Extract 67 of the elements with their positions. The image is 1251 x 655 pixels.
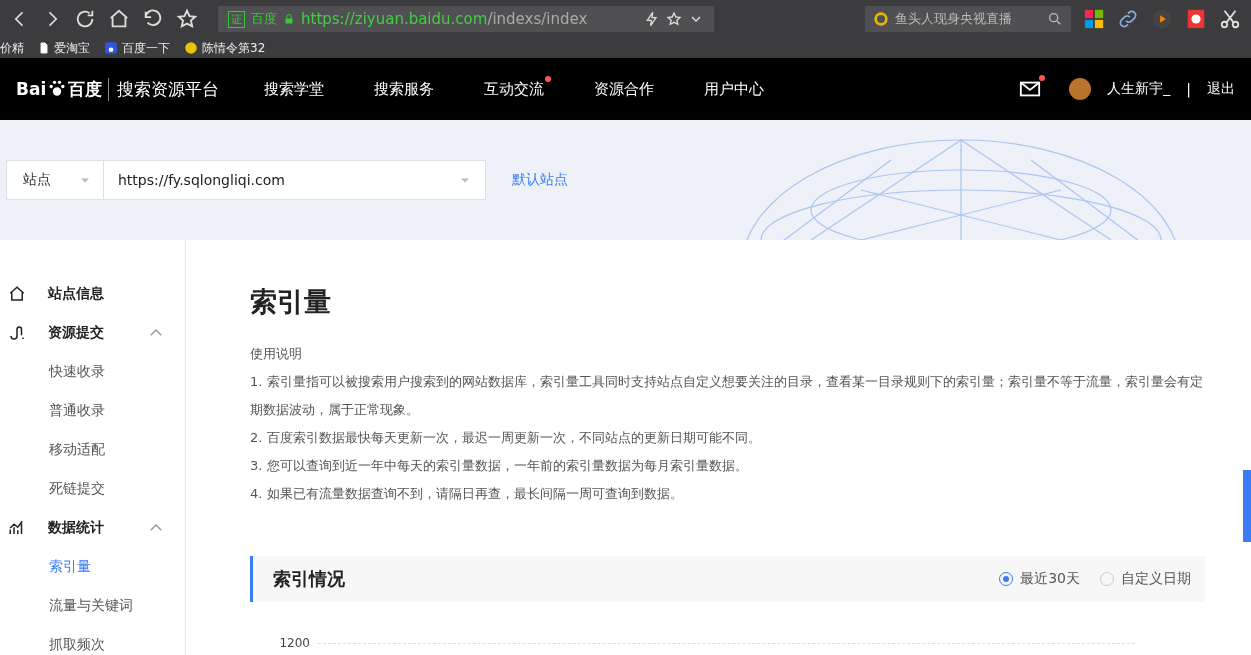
platform-title: 搜索资源平台 bbox=[108, 77, 220, 101]
nav-link[interactable]: 搜索服务 bbox=[349, 79, 460, 99]
windows-icon bbox=[1083, 8, 1105, 30]
record-icon bbox=[1185, 8, 1207, 30]
separator: | bbox=[1186, 81, 1191, 97]
site-label: 百度 bbox=[251, 10, 277, 28]
group-label: 站点信息 bbox=[48, 284, 105, 303]
nav-link[interactable]: 用户中心 bbox=[679, 79, 790, 99]
range-radio[interactable]: 最近30天 bbox=[999, 570, 1080, 588]
hook-icon bbox=[8, 323, 26, 342]
nav-link[interactable]: 搜索学堂 bbox=[239, 79, 350, 99]
url-text: https://ziyuan.baidu.com/indexs/index bbox=[301, 10, 589, 28]
home-icon bbox=[8, 284, 26, 303]
avatar[interactable] bbox=[1069, 78, 1092, 100]
sidebar-item[interactable]: 移动适配 bbox=[0, 430, 185, 469]
sidebar-item[interactable]: 快速收录 bbox=[0, 352, 185, 391]
logo-text: Bai bbox=[16, 79, 47, 99]
page-icon bbox=[38, 42, 50, 54]
section-title: 索引情况 bbox=[273, 567, 346, 591]
bookmark[interactable]: 爱淘宝 bbox=[38, 39, 90, 57]
site-dropdown[interactable]: https://fy.sqlongliqi.com bbox=[104, 160, 486, 200]
group-label: 数据统计 bbox=[48, 518, 105, 537]
scrollbar-thumb[interactable] bbox=[1243, 470, 1251, 542]
star-icon bbox=[176, 8, 198, 30]
sidebar-item[interactable]: 流量与关键词 bbox=[0, 586, 185, 625]
usage-note: 3. 您可以查询到近一年中每天的索引量数据，一年前的索引量数据为每月索引量数据。 bbox=[250, 457, 749, 475]
logo-text: 百度 bbox=[68, 77, 103, 101]
certificate-badge: 证 bbox=[228, 10, 245, 28]
bookmark[interactable]: 陈情令第32 bbox=[184, 39, 266, 57]
page-title: 索引量 bbox=[250, 285, 332, 319]
bookmark[interactable]: 百度一下 bbox=[104, 39, 170, 57]
address-bar[interactable]: 证 百度 https://ziyuan.baidu.com/indexs/index bbox=[218, 6, 714, 32]
play-icon bbox=[1151, 8, 1173, 30]
usage-heading: 使用说明 bbox=[250, 345, 303, 363]
lightning-icon bbox=[644, 11, 660, 27]
paw-icon bbox=[104, 41, 118, 55]
logout-link[interactable]: 退出 bbox=[1207, 80, 1235, 98]
nav-link[interactable]: 资源合作 bbox=[569, 79, 680, 99]
default-site-link[interactable]: 默认站点 bbox=[512, 171, 568, 189]
sidebar-group[interactable]: 数据统计 bbox=[0, 508, 185, 547]
sidebar-item[interactable]: 抓取频次 bbox=[0, 625, 185, 655]
usage-note: 4. 如果已有流量数据查询不到，请隔日再查，最长间隔一周可查询到数据。 bbox=[250, 485, 684, 503]
site-type-dropdown[interactable]: 站点 bbox=[6, 160, 104, 200]
ring-icon bbox=[873, 11, 889, 27]
usage-note: 1. 索引量指可以被搜索用户搜索到的网站数据库，索引量工具同时支持站点自定义想要关注的目录，查看某一目录规则下的索引量；索引量不等于流量，索引量会有定期数据波动，属于正常现象。 bbox=[250, 373, 1204, 419]
sidebar-group[interactable]: 站点信息 bbox=[0, 274, 185, 313]
search-field[interactable]: 鱼头人现身央视直播 bbox=[865, 6, 1071, 32]
sidebar-item[interactable]: 普通收录 bbox=[0, 391, 185, 430]
user-name[interactable]: 人生新宇_ bbox=[1107, 80, 1171, 98]
lock-icon bbox=[283, 13, 295, 25]
star-icon bbox=[666, 11, 682, 27]
coin-icon bbox=[184, 41, 198, 55]
nav-link[interactable]: 互动交流 bbox=[459, 79, 570, 99]
link-icon bbox=[1117, 8, 1139, 30]
bookmark[interactable]: 价精 bbox=[0, 39, 24, 57]
y-tick-label: 1200 bbox=[278, 636, 310, 650]
home-icon bbox=[108, 8, 130, 30]
search-icon bbox=[1047, 11, 1063, 27]
sidebar-item[interactable]: 索引量 bbox=[0, 547, 185, 586]
group-label: 资源提交 bbox=[48, 323, 105, 342]
range-radio[interactable]: 自定义日期 bbox=[1100, 570, 1191, 588]
sidebar-item[interactable]: 死链提交 bbox=[0, 469, 185, 508]
refresh-icon bbox=[74, 8, 96, 30]
scissors-icon bbox=[1219, 8, 1241, 30]
usage-note: 2. 百度索引数据最快每天更新一次，最迟一周更新一次，不同站点的更新日期可能不同。 bbox=[250, 429, 762, 447]
sidebar-group[interactable]: 资源提交 bbox=[0, 313, 185, 352]
chart-icon bbox=[8, 518, 26, 537]
